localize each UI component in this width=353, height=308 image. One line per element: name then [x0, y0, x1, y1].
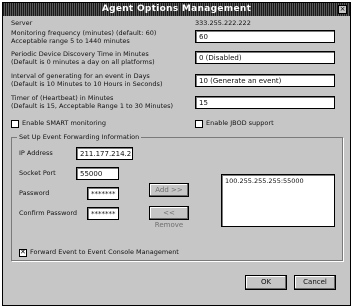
- option-monitor-label-line2: Acceptable range 5 to 1440 minutes: [11, 37, 130, 45]
- event-forwarding-group-title: Set Up Event Forwarding Information: [17, 133, 142, 141]
- option-event-interval-label-line2: (Default is 10 Minutes to 10 Hours in Se…: [11, 80, 163, 88]
- close-button[interactable]: ×: [338, 5, 347, 14]
- window-title: Agent Options Management: [101, 4, 252, 14]
- event-interval-field[interactable]: 10 (Generate an event): [195, 74, 335, 87]
- server-label: Server: [11, 19, 33, 27]
- forward-destinations-list[interactable]: 100.255.255.255:55000: [221, 174, 335, 227]
- password-field[interactable]: *******: [87, 187, 119, 200]
- ip-address-field[interactable]: 211.177.214.210: [76, 147, 133, 160]
- forward-event-checkbox[interactable]: [19, 248, 27, 257]
- forward-event-label: Forward Event to Event Console Managemen…: [30, 248, 179, 256]
- socket-port-label: Socket Port: [19, 169, 56, 177]
- enable-smart-checkbox[interactable]: [11, 120, 19, 128]
- title-bar[interactable]: Agent Options Management ×: [3, 3, 350, 16]
- server-value: 333.255.222.222: [195, 19, 251, 27]
- confirm-password-field[interactable]: *******: [87, 207, 119, 220]
- option-heartbeat-label-line2: (Default is 15, Acceptable Range 1 to 30…: [11, 102, 174, 110]
- monitor-frequency-field[interactable]: 60: [195, 30, 335, 43]
- agent-options-dialog: Agent Options Management × Server 333.25…: [2, 2, 351, 306]
- password-label: Password: [19, 189, 50, 197]
- cancel-button[interactable]: Cancel: [294, 275, 336, 290]
- heartbeat-timer-field[interactable]: 15: [195, 96, 335, 109]
- discovery-time-field[interactable]: 0 (Disabled): [195, 51, 335, 64]
- enable-jbod-label: Enable JBOD support: [206, 119, 274, 127]
- option-discovery-label-line2: (Default is 0 minutes a day on all platf…: [11, 58, 155, 66]
- remove-button[interactable]: << Remove: [149, 206, 189, 229]
- list-item[interactable]: 100.255.255.255:55000: [225, 177, 331, 185]
- ok-button[interactable]: OK: [245, 275, 287, 290]
- socket-port-field[interactable]: 55000: [76, 167, 119, 180]
- enable-smart-label: Enable SMART monitoring: [22, 119, 106, 127]
- enable-jbod-checkbox[interactable]: [195, 120, 203, 128]
- confirm-password-label: Confirm Password: [19, 209, 78, 217]
- ip-address-label: IP Address: [19, 149, 53, 157]
- add-button[interactable]: Add >>: [149, 183, 189, 197]
